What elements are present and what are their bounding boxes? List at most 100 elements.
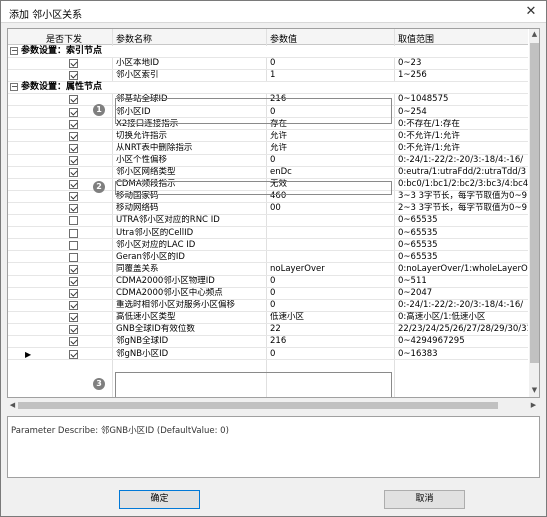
group-label-text: 参数设置：索引节点 xyxy=(21,46,103,56)
parameter-value[interactable]: 22 xyxy=(270,324,394,335)
parameter-value[interactable]: 0 xyxy=(270,288,394,299)
parameter-row[interactable]: 小区本地ID 0 0~23 xyxy=(8,58,528,70)
parameter-value[interactable]: 0 xyxy=(270,276,394,287)
parameter-row[interactable]: 切换允许指示 允许 0:不允许/1:允许 xyxy=(8,131,528,143)
parameter-value[interactable]: enDc xyxy=(270,167,394,178)
parameter-row[interactable]: 重选时相邻小区对服务小区偏移 0 0:-24/1:-22/2:-20/3:-18/4… xyxy=(8,300,528,312)
column-header-value[interactable]: 参数值 xyxy=(270,32,297,45)
group-label: − 参数设置：索引节点 xyxy=(8,46,102,57)
parameter-value[interactable]: noLayerOver xyxy=(270,264,394,275)
parameter-name: 邻gNB全球ID xyxy=(116,336,169,347)
parameter-row[interactable]: 邻小区网络类型 enDc 0:eutra/1:utraFdd/2:utraTdd/3 xyxy=(8,167,528,179)
enable-checkbox[interactable] xyxy=(69,276,78,286)
vertical-scroll-thumb[interactable] xyxy=(530,43,539,363)
parameter-name: CDMA2000邻小区物理ID xyxy=(116,275,215,286)
enable-checkbox[interactable] xyxy=(69,155,78,165)
parameter-value[interactable]: 216 xyxy=(270,336,394,347)
parameter-row[interactable]: 同覆盖关系 noLayerOver 0:noLayerOver/1:wholeLay… xyxy=(8,264,528,276)
parameter-grid: 是否下发 参数名称 参数值 取值范围 − 参数设置：索引节点 小区本地ID 0 0~23… xyxy=(7,28,540,398)
parameter-range: 0:-24/1:-22/2:-20/3:-18/4:-16/ xyxy=(398,300,524,311)
parameter-value[interactable]: 0 xyxy=(270,349,394,360)
parameter-range: 3~3 3字节长，每字节取值为0~9 xyxy=(398,191,527,202)
enable-checkbox[interactable] xyxy=(69,264,78,274)
column-header-name[interactable]: 参数名称 xyxy=(116,32,152,45)
enable-checkbox[interactable] xyxy=(69,216,78,226)
parameter-row[interactable]: 小区个性偏移 0 0:-24/1:-22/2:-20/3:-18/4:-16/ xyxy=(8,155,528,167)
parameter-value[interactable]: 允许 xyxy=(270,131,394,142)
parameter-row[interactable]: Geran邻小区的ID 0~65535 xyxy=(8,252,528,264)
parameter-value[interactable]: 低速小区 xyxy=(270,312,394,323)
parameter-row[interactable]: CDMA2000邻小区物理ID 0 0~511 xyxy=(8,276,528,288)
ok-button[interactable]: 确定 xyxy=(119,490,200,509)
parameter-row[interactable]: UTRA邻小区对应的RNC ID 0~65535 xyxy=(8,215,528,228)
enable-checkbox[interactable] xyxy=(69,349,78,359)
parameter-value[interactable]: 0 xyxy=(270,155,394,166)
parameter-row[interactable]: 邻小区索引 1 1~256 xyxy=(8,70,528,82)
cancel-button[interactable]: 取消 xyxy=(384,490,465,509)
horizontal-scroll-thumb[interactable] xyxy=(18,402,498,409)
column-header-range[interactable]: 取值范围 xyxy=(398,32,434,45)
parameter-value[interactable]: 允许 xyxy=(270,143,394,154)
enable-checkbox[interactable] xyxy=(69,337,78,347)
enable-checkbox[interactable] xyxy=(69,204,78,214)
parameter-value[interactable]: 0 xyxy=(270,58,394,69)
parameter-row[interactable]: ▶ 邻gNB小区ID 0 0~16383 xyxy=(8,349,528,361)
group-header-row[interactable]: − 参数设置：属性节点 xyxy=(8,82,528,95)
group-header-row[interactable]: − 参数设置：索引节点 xyxy=(8,46,528,58)
enable-checkbox[interactable] xyxy=(69,168,78,177)
scroll-right-icon[interactable]: ▶ xyxy=(528,400,539,411)
parameter-range: 0~23 xyxy=(398,58,422,69)
parameter-range: 22/23/24/25/26/27/28/29/30/31/3 xyxy=(398,324,528,335)
parameter-name: CDMA2000邻小区中心频点 xyxy=(116,288,223,298)
column-header-enabled[interactable]: 是否下发 xyxy=(46,32,82,45)
scroll-down-icon[interactable]: ▼ xyxy=(529,385,539,396)
parameter-value[interactable]: 1 xyxy=(270,70,394,81)
parameter-name: 邻gNB小区ID xyxy=(116,348,169,359)
enable-checkbox[interactable] xyxy=(69,180,78,190)
scroll-left-icon[interactable]: ◀ xyxy=(7,400,18,411)
enable-checkbox[interactable] xyxy=(69,119,78,129)
parameter-row[interactable]: 高低速小区类型 低速小区 0:高速小区/1:低速小区 xyxy=(8,312,528,324)
enable-checkbox[interactable] xyxy=(69,59,78,69)
enable-checkbox[interactable] xyxy=(69,95,78,105)
enable-checkbox[interactable] xyxy=(69,289,78,298)
parameter-row[interactable]: 邻gNB全球ID 216 0~4294967295 xyxy=(8,336,528,349)
parameter-range: 0~65535 xyxy=(398,239,438,250)
parameter-range: 0:eutra/1:utraFdd/2:utraTdd/3 xyxy=(398,167,526,177)
enable-checkbox[interactable] xyxy=(69,240,78,250)
close-icon[interactable]: ✕ xyxy=(522,3,540,21)
parameter-name: 小区个性偏移 xyxy=(116,154,168,165)
parameter-row[interactable]: CDMA2000邻小区中心频点 0 0~2047 xyxy=(8,288,528,300)
enable-checkbox[interactable] xyxy=(69,192,78,202)
parameter-value[interactable]: 00 xyxy=(270,203,394,214)
parameter-row[interactable]: GNB全球ID有效位数 22 22/23/24/25/26/27/28/29/30/… xyxy=(8,324,528,337)
parameter-row[interactable]: 移动网络码 00 2~3 3字节长，每字节取值为0~9 xyxy=(8,203,528,216)
parameter-range: 0~1048575 xyxy=(398,94,449,105)
enable-checkbox[interactable] xyxy=(69,228,78,238)
parameter-row[interactable]: Utra邻小区的CellID 0~65535 xyxy=(8,228,528,240)
enable-checkbox[interactable] xyxy=(69,131,78,141)
enable-checkbox[interactable] xyxy=(69,252,78,262)
vertical-scrollbar[interactable]: ▲ ▼ xyxy=(529,29,539,397)
parameter-name: 邻小区对应的LAC ID xyxy=(116,239,196,250)
parameter-row[interactable]: 邻小区对应的LAC ID 0~65535 xyxy=(8,240,528,252)
parameter-value[interactable]: 0 xyxy=(270,300,394,311)
horizontal-scrollbar[interactable]: ◀ ▶ xyxy=(7,400,540,411)
parameter-range: 0~511 xyxy=(398,275,427,286)
collapse-icon[interactable]: − xyxy=(10,83,18,92)
collapse-icon[interactable]: − xyxy=(10,47,18,55)
enable-checkbox[interactable] xyxy=(69,301,78,311)
parameter-name: UTRA邻小区对应的RNC ID xyxy=(116,215,220,226)
enable-checkbox[interactable] xyxy=(69,71,78,81)
enable-checkbox[interactable] xyxy=(69,107,78,117)
enable-checkbox[interactable] xyxy=(69,325,78,335)
parameter-range: 1~256 xyxy=(398,70,427,81)
parameter-row[interactable]: 从NRT表中删除指示 允许 0:不允许/1:允许 xyxy=(8,143,528,155)
parameter-range: 0~4294967295 xyxy=(398,336,465,347)
enable-checkbox[interactable] xyxy=(69,313,78,323)
parameter-name: Geran邻小区的ID xyxy=(116,251,185,262)
enable-checkbox[interactable] xyxy=(69,143,78,153)
scroll-up-icon[interactable]: ▲ xyxy=(529,29,539,40)
highlight-box-3 xyxy=(115,372,392,397)
parameter-range: 0~65535 xyxy=(398,251,438,262)
